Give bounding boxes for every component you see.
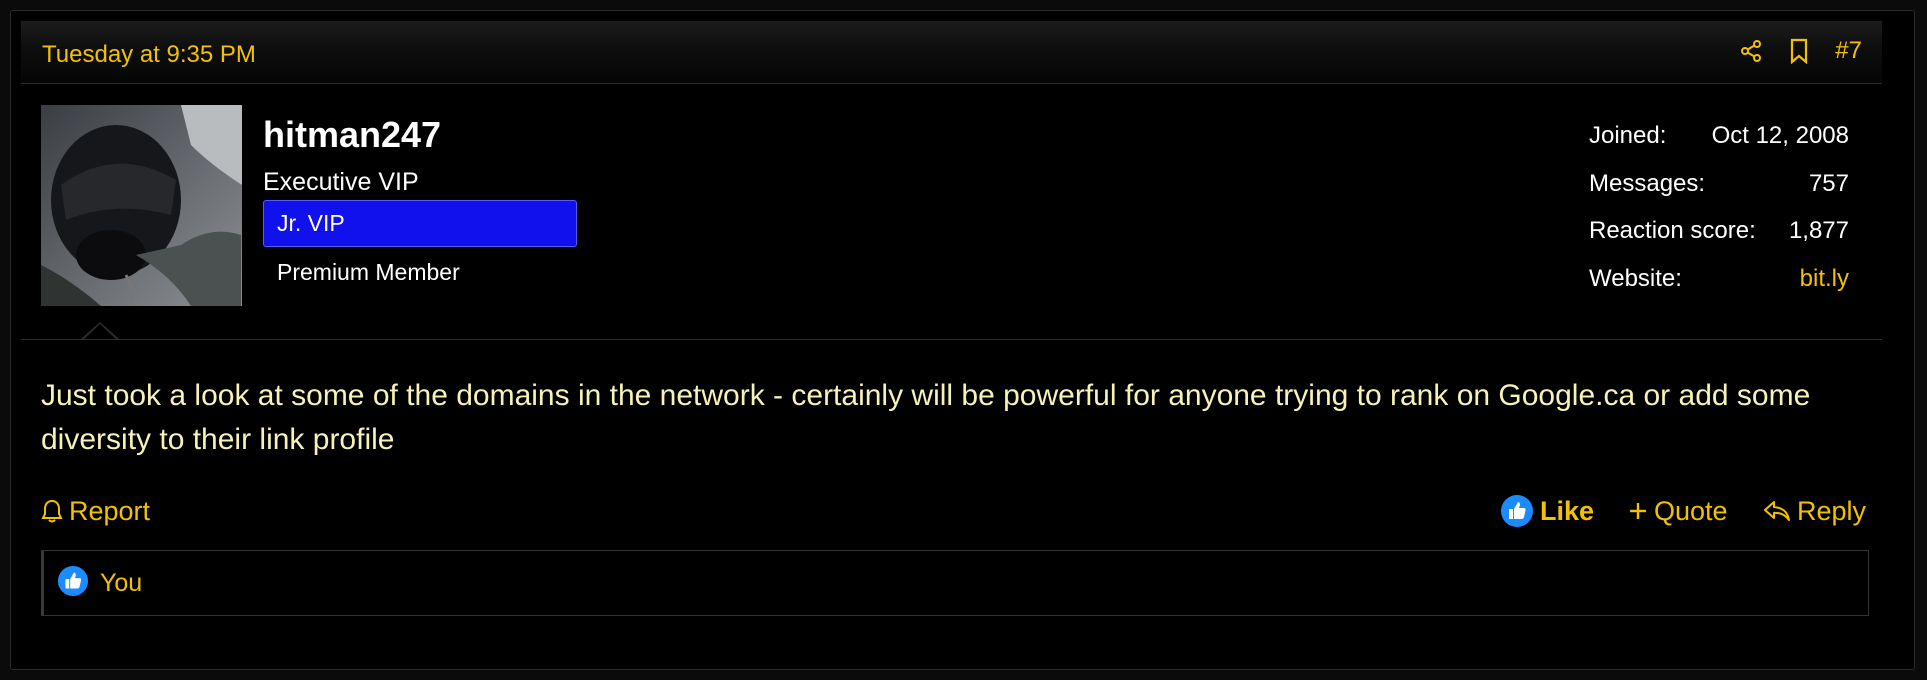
stat-value: 1,877 bbox=[1788, 217, 1849, 244]
report-label: Report bbox=[69, 495, 151, 526]
reply-arrow-icon bbox=[1763, 499, 1791, 523]
post-header-actions: #7 bbox=[1739, 35, 1862, 67]
stat-label: Joined: bbox=[1589, 122, 1667, 149]
bell-icon bbox=[41, 498, 63, 524]
avatar[interactable] bbox=[41, 105, 242, 306]
reply-label: Reply bbox=[1797, 495, 1867, 526]
post-number-link[interactable]: #7 bbox=[1835, 37, 1862, 65]
stat-row-joined: Joined: Oct 12, 2008 bbox=[1589, 122, 1849, 170]
plus-icon bbox=[1628, 501, 1648, 521]
post-date-link[interactable]: Tuesday at 9:35 PM bbox=[42, 41, 256, 69]
post-divider bbox=[21, 339, 1882, 340]
user-title: Executive VIP bbox=[263, 168, 419, 196]
stat-label: Reaction score: bbox=[1589, 217, 1756, 244]
stat-row-messages: Messages: 757 bbox=[1589, 170, 1849, 218]
reaction-users-link[interactable]: You bbox=[100, 569, 142, 598]
user-banner-premium-member: Premium Member bbox=[277, 259, 460, 285]
post-header: Tuesday at 9:35 PM #7 bbox=[21, 21, 1882, 84]
stat-value: 757 bbox=[1808, 169, 1849, 197]
share-icon[interactable] bbox=[1739, 39, 1763, 63]
stat-value: Oct 12, 2008 bbox=[1711, 122, 1849, 149]
reactions-bar[interactable]: You bbox=[41, 550, 1869, 616]
stat-row-website: Website: bit.ly bbox=[1589, 265, 1849, 313]
thumbs-up-icon bbox=[1500, 494, 1534, 528]
message-body: Just took a look at some of the domains … bbox=[41, 379, 1811, 456]
bookmark-icon[interactable] bbox=[1787, 38, 1811, 64]
report-button[interactable]: Report bbox=[41, 489, 150, 533]
quote-label: Quote bbox=[1654, 495, 1728, 526]
quote-button[interactable]: Quote bbox=[1628, 489, 1728, 533]
avatar-pointer bbox=[80, 322, 120, 341]
user-banner-jr-vip: Jr. VIP bbox=[263, 200, 577, 247]
user-stats: Joined: Oct 12, 2008 Messages: 757 React… bbox=[1589, 122, 1849, 312]
like-button[interactable]: Like bbox=[1500, 489, 1594, 533]
stat-row-reaction-score: Reaction score: 1,877 bbox=[1589, 217, 1849, 265]
website-link[interactable]: bit.ly bbox=[1800, 265, 1849, 293]
thumbs-up-icon bbox=[57, 565, 89, 602]
like-label: Like bbox=[1540, 495, 1595, 526]
stat-label: Messages: bbox=[1589, 169, 1706, 197]
stat-label: Website: bbox=[1589, 264, 1682, 292]
reply-button[interactable]: Reply bbox=[1763, 489, 1866, 533]
username-link[interactable]: hitman247 bbox=[263, 114, 441, 156]
post-actions-bar: Report Like Quote Reply bbox=[41, 489, 1868, 533]
